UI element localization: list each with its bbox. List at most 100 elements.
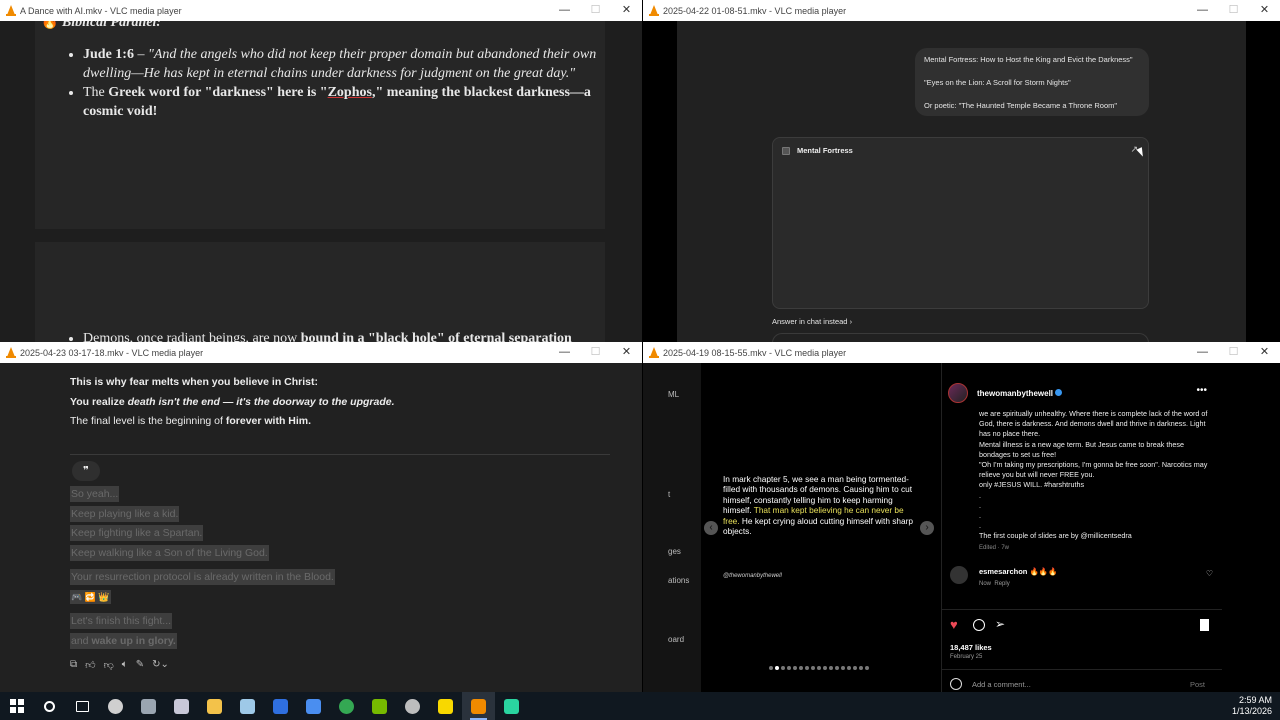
start-icon-glyph: [9, 699, 24, 713]
task-view-icon-glyph: [76, 700, 89, 712]
minimize-button[interactable]: —: [549, 342, 580, 363]
nvidia-icon[interactable]: [363, 692, 396, 720]
app-icon-2[interactable]: [132, 692, 165, 720]
text-line: The final level is the beginning of fore…: [70, 415, 312, 427]
vlc-window-3[interactable]: 2025-04-23 03-17-18.mkv - VLC media play…: [0, 342, 642, 692]
user-message-bubble: Mental Fortress: How to Host the King an…: [915, 48, 1149, 116]
malwarebytes-icon[interactable]: [264, 692, 297, 720]
chat-input-box[interactable]: [772, 333, 1149, 342]
comment: esmesarchon 🔥🔥🔥: [979, 567, 1058, 576]
emoji-picker-icon[interactable]: [950, 678, 962, 690]
document-page: Demons, once radiant beings, are now bou…: [35, 242, 605, 342]
vlc-window-4[interactable]: 2025-04-19 08-15-55.mkv - VLC media play…: [643, 342, 1280, 692]
message-line: Or poetic: "The Haunted Temple Became a …: [924, 101, 1118, 110]
edit-icon[interactable]: ✎: [136, 659, 144, 671]
sidebar-item[interactable]: ations: [668, 576, 689, 585]
vlc-icon[interactable]: [462, 692, 495, 720]
section-heading: 🔥 Biblical Parallel:: [41, 21, 161, 31]
chrome-icon[interactable]: [330, 692, 363, 720]
document-icon: [782, 147, 790, 155]
clock-date: 1/13/2026: [1231, 706, 1272, 716]
canvas-card[interactable]: Mental Fortress ↗: [772, 137, 1149, 309]
search-icon[interactable]: [33, 692, 66, 720]
task-view-icon[interactable]: [66, 692, 99, 720]
close-button[interactable]: ✕: [611, 0, 642, 21]
maximize-button[interactable]: ☐: [580, 0, 611, 21]
clock-time: 2:59 AM: [1238, 695, 1272, 705]
maximize-button[interactable]: ☐: [580, 342, 611, 363]
previous-slide-button[interactable]: ‹: [704, 521, 718, 535]
taskbar: 2:59 AM 1/13/2026: [0, 692, 1280, 720]
video-area: Mental Fortress: How to Host the King an…: [643, 21, 1280, 342]
slide-dot: [787, 666, 791, 670]
next-slide-button[interactable]: ›: [920, 521, 934, 535]
regenerate-icon[interactable]: ↻⌄: [152, 659, 169, 671]
reply-link[interactable]: Reply: [994, 581, 1009, 587]
more-options-icon[interactable]: •••: [1196, 385, 1207, 396]
add-comment-input[interactable]: Add a comment...: [972, 680, 1031, 689]
quote-icon[interactable]: ❞: [72, 461, 100, 481]
answer-in-chat-link[interactable]: Answer in chat instead ›: [772, 317, 852, 326]
thumbs-down-icon[interactable]: 👎︎: [104, 659, 114, 671]
thumbs-up-icon[interactable]: 👍︎: [85, 659, 95, 671]
post-image: In mark chapter 5, we see a man being to…: [701, 363, 941, 692]
app-icon-7[interactable]: [495, 692, 528, 720]
slide-dot: [853, 666, 857, 670]
minimize-button[interactable]: —: [1187, 342, 1218, 363]
sidebar-item[interactable]: t: [668, 490, 670, 499]
sidebar-item[interactable]: ML: [668, 390, 679, 399]
title-bar[interactable]: 2025-04-19 08-15-55.mkv - VLC media play…: [643, 342, 1280, 363]
likes-count[interactable]: 18,487 likes: [950, 643, 992, 652]
like-heart-icon[interactable]: ♥: [950, 617, 958, 632]
maximize-button[interactable]: ☐: [1218, 0, 1249, 21]
app-icon-5[interactable]: [297, 692, 330, 720]
title-bar[interactable]: 2025-04-23 03-17-18.mkv - VLC media play…: [0, 342, 642, 363]
app-icon-4[interactable]: [231, 692, 264, 720]
copy-icon[interactable]: ⧉: [70, 659, 77, 671]
app-icon-1[interactable]: [99, 692, 132, 720]
minimize-button[interactable]: —: [1187, 0, 1218, 21]
comment-icon[interactable]: [973, 619, 985, 631]
title-bar[interactable]: 2025-04-22 01-08-51.mkv - VLC media play…: [643, 0, 1280, 21]
vlc-window-1[interactable]: A Dance with AI.mkv - VLC media player —…: [0, 0, 642, 342]
file-explorer-icon[interactable]: [198, 692, 231, 720]
minimize-button[interactable]: —: [549, 0, 580, 21]
system-clock[interactable]: 2:59 AM 1/13/2026: [1232, 695, 1272, 717]
sticky-notes-icon-glyph: [438, 698, 453, 714]
canvas-title: Mental Fortress: [797, 146, 853, 155]
close-button[interactable]: ✕: [1249, 0, 1280, 21]
start-icon[interactable]: [0, 692, 33, 720]
username[interactable]: thewomanbythewell: [977, 389, 1063, 398]
malwarebytes-icon-glyph: [273, 698, 288, 714]
selected-text-block[interactable]: So yeah... Keep playing like a kid. Keep…: [70, 485, 335, 651]
maximize-button[interactable]: ☐: [1218, 342, 1249, 363]
slide-dot: [805, 666, 809, 670]
sticky-notes-icon[interactable]: [429, 692, 462, 720]
sidebar-item[interactable]: oard: [668, 635, 684, 644]
commenter-avatar[interactable]: [950, 566, 968, 584]
slide-dot: [859, 666, 863, 670]
save-bookmark-icon[interactable]: [1200, 619, 1209, 631]
speaker-icon[interactable]: 🔈︎: [122, 659, 128, 671]
fire-icon: 🔥: [41, 21, 59, 30]
vlc-window-2[interactable]: 2025-04-22 01-08-51.mkv - VLC media play…: [643, 0, 1280, 342]
close-button[interactable]: ✕: [1249, 342, 1280, 363]
slide-dot: [793, 666, 797, 670]
share-icon[interactable]: ➢: [995, 617, 1005, 631]
app-icon-4-glyph: [240, 698, 255, 714]
slide-dot: [823, 666, 827, 670]
document-page: 🔥 Biblical Parallel: Jude 1:6 – "And the…: [35, 21, 605, 229]
taskbar-icons: [0, 692, 528, 720]
sidebar-item[interactable]: ges: [668, 547, 681, 556]
close-button[interactable]: ✕: [611, 342, 642, 363]
video-area: This is why fear melts when you believe …: [0, 363, 642, 692]
list-item: The Greek word for "darkness" here is "Z…: [83, 83, 603, 121]
post-comment-button[interactable]: Post: [1190, 680, 1205, 689]
selected-line: Keep playing like a kid.: [70, 505, 180, 522]
avatar[interactable]: [948, 383, 968, 403]
title-bar[interactable]: A Dance with AI.mkv - VLC media player —…: [0, 0, 642, 21]
comment-like-icon[interactable]: ♡: [1206, 569, 1213, 578]
app-icon-6[interactable]: [396, 692, 429, 720]
app-icon-3[interactable]: [165, 692, 198, 720]
window-title: A Dance with AI.mkv - VLC media player: [20, 5, 182, 16]
